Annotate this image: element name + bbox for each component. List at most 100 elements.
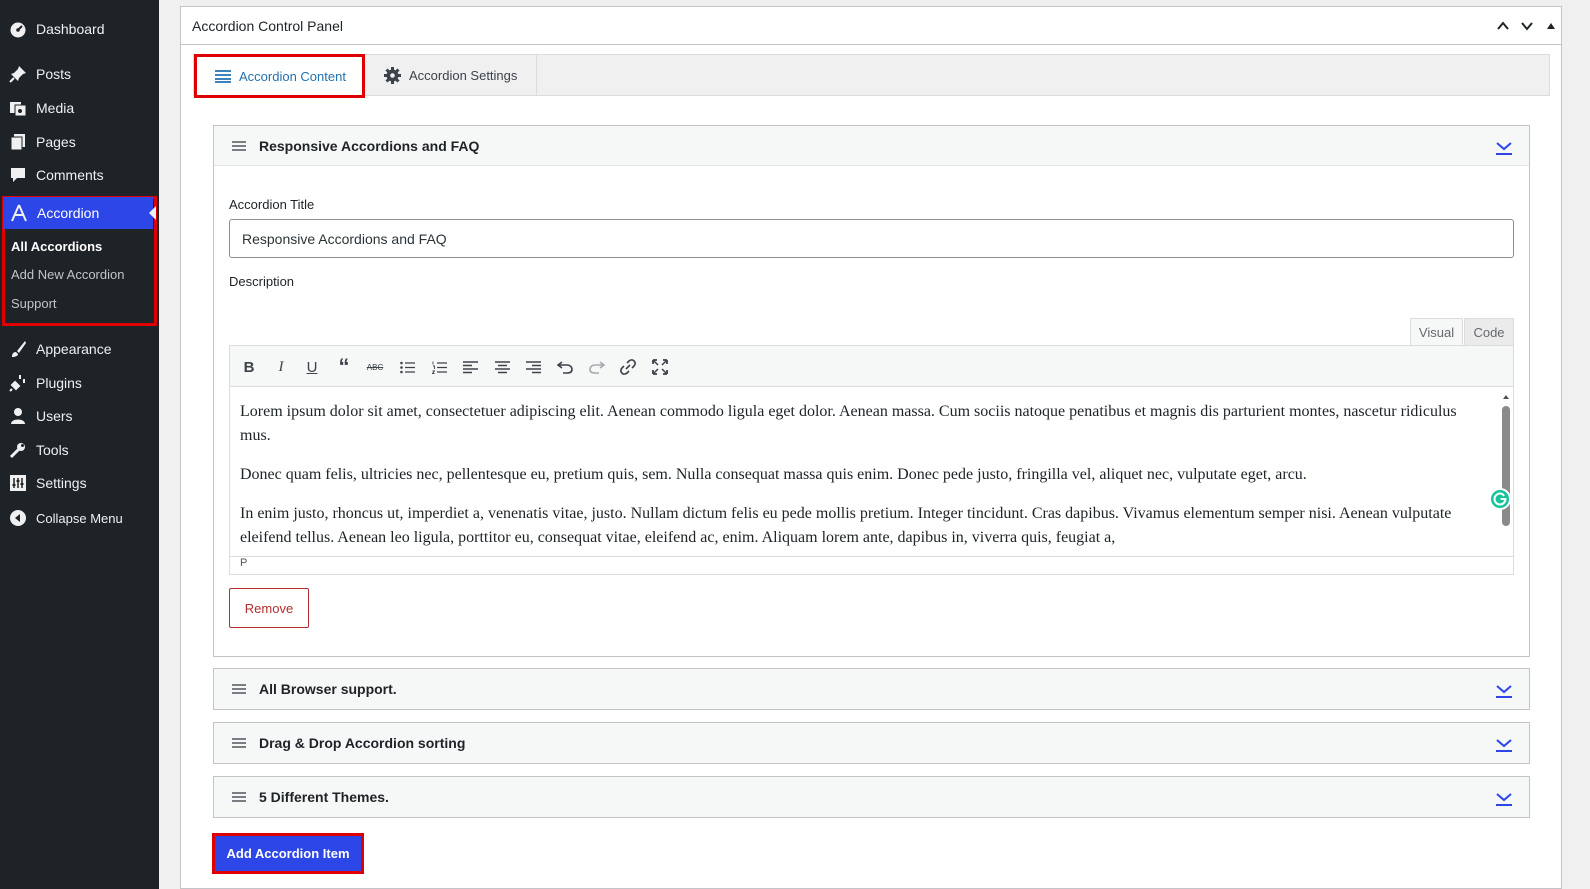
drag-handle-icon[interactable] — [232, 789, 246, 805]
menu-media-label: Media — [36, 100, 75, 116]
remove-button[interactable]: Remove — [229, 588, 309, 628]
tab-visual[interactable]: Visual — [1410, 318, 1463, 346]
paragraph-3: In enim justo, rhoncus ut, imperdiet a, … — [240, 505, 1452, 546]
tab-accordion-settings-label: Accordion Settings — [409, 67, 518, 83]
menu-comments[interactable]: Comments — [0, 158, 159, 192]
dashboard-icon — [8, 19, 28, 39]
description-label: Description — [229, 274, 295, 289]
link-icon[interactable] — [617, 356, 639, 378]
list-icon — [215, 69, 231, 83]
wrench-icon — [8, 440, 28, 460]
align-right-icon[interactable] — [522, 356, 544, 378]
redo-icon[interactable] — [586, 356, 608, 378]
menu-settings-label: Settings — [36, 475, 87, 491]
editor-toolbar: B I U “ ABC — [230, 346, 1513, 387]
users-icon — [8, 406, 28, 426]
underline-icon[interactable]: U — [301, 356, 323, 378]
menu-appearance[interactable]: Appearance — [0, 332, 159, 366]
paintbrush-icon — [8, 339, 28, 359]
accordion-item-header[interactable]: 5 Different Themes. — [214, 777, 1529, 817]
editor-content[interactable]: Lorem ipsum dolor sit amet, consectetuer… — [240, 400, 1490, 565]
grammarly-icon[interactable] — [1489, 488, 1511, 510]
menu-comments-label: Comments — [36, 167, 104, 183]
add-accordion-item-button[interactable]: Add Accordion Item — [212, 833, 364, 874]
accordion-item-header[interactable]: Drag & Drop Accordion sorting — [214, 723, 1529, 763]
expand-toggle-icon[interactable] — [1495, 681, 1513, 702]
menu-pages-label: Pages — [36, 134, 76, 150]
drag-handle-icon[interactable] — [232, 735, 246, 751]
menu-accordion[interactable]: Accordion — [3, 197, 156, 229]
menu-collapse[interactable]: Collapse Menu — [0, 501, 159, 535]
tab-accordion-settings[interactable]: Accordion Settings — [366, 55, 537, 95]
menu-posts-label: Posts — [36, 66, 72, 82]
menu-collapse-label: Collapse Menu — [36, 510, 123, 526]
comment-icon — [8, 165, 28, 185]
accordion-item-title: Responsive Accordions and FAQ — [259, 137, 480, 154]
italic-icon[interactable]: I — [270, 356, 292, 378]
accordion-item-collapsed: 5 Different Themes. — [213, 776, 1530, 818]
expand-toggle-icon[interactable] — [1495, 789, 1513, 810]
accordion-item-title: 5 Different Themes. — [259, 789, 389, 805]
editor-scrollbar[interactable] — [1501, 392, 1511, 552]
accordion-item-collapsed: All Browser support. — [213, 668, 1530, 710]
menu-dashboard[interactable]: Dashboard — [0, 12, 159, 46]
submenu-add-new-accordion[interactable]: Add New Accordion — [11, 267, 124, 282]
plugin-icon — [8, 373, 28, 393]
menu-plugins[interactable]: Plugins — [0, 366, 159, 400]
menu-tools-label: Tools — [36, 442, 69, 458]
accordion-title-input[interactable] — [229, 219, 1514, 258]
current-menu-arrow — [149, 206, 156, 220]
settings-icon — [8, 473, 28, 493]
expand-toggle-icon[interactable] — [1495, 735, 1513, 756]
media-icon — [8, 98, 28, 118]
editor-statusbar: P — [230, 556, 1513, 574]
menu-media[interactable]: Media — [0, 91, 159, 125]
bold-icon[interactable]: B — [238, 356, 260, 378]
pages-icon — [8, 132, 28, 152]
menu-users[interactable]: Users — [0, 399, 159, 433]
tab-accordion-content[interactable]: Accordion Content — [194, 54, 365, 98]
bullet-list-icon[interactable] — [396, 356, 418, 378]
caret-up-icon[interactable] — [1545, 19, 1557, 31]
numbered-list-icon[interactable] — [428, 356, 450, 378]
accordion-item-title: All Browser support. — [259, 681, 397, 697]
menu-plugins-label: Plugins — [36, 375, 82, 391]
menu-pages[interactable]: Pages — [0, 125, 159, 159]
align-left-icon[interactable] — [459, 356, 481, 378]
rich-text-editor[interactable]: B I U “ ABC Lorem ipsum dolor sit amet, … — [229, 345, 1514, 575]
tab-code[interactable]: Code — [1464, 318, 1514, 346]
collapse-icon — [8, 508, 28, 528]
align-center-icon[interactable] — [491, 356, 513, 378]
chevron-up-icon[interactable] — [1497, 19, 1509, 31]
fullscreen-icon[interactable] — [649, 356, 671, 378]
strikethrough-icon[interactable]: ABC — [364, 356, 386, 378]
menu-posts[interactable]: Posts — [0, 57, 159, 91]
drag-handle-icon[interactable] — [232, 138, 246, 154]
undo-icon[interactable] — [554, 356, 576, 378]
paragraph-2: Donec quam felis, ultricies nec, pellent… — [240, 466, 1307, 483]
accordion-title-label: Accordion Title — [229, 197, 315, 212]
accordion-item-header[interactable]: All Browser support. — [214, 669, 1529, 709]
menu-settings[interactable]: Settings — [0, 466, 159, 500]
menu-accordion-label: Accordion — [37, 205, 100, 221]
submenu-all-accordions[interactable]: All Accordions — [11, 239, 102, 254]
admin-sidebar: Dashboard Posts Media Pages Comments Acc… — [0, 0, 159, 889]
menu-dashboard-label: Dashboard — [36, 21, 105, 37]
drag-handle-icon[interactable] — [232, 681, 246, 697]
accordion-item-header[interactable]: Responsive Accordions and FAQ — [214, 126, 1529, 166]
menu-appearance-label: Appearance — [36, 341, 112, 357]
chevron-down-icon[interactable] — [1521, 19, 1533, 31]
accordion-control-panel: Accordion Control Panel Accordion Conten… — [180, 6, 1562, 889]
menu-users-label: Users — [36, 408, 73, 424]
expand-toggle-icon[interactable] — [1495, 138, 1513, 159]
accordion-item-expanded: Responsive Accordions and FAQ Accordion … — [213, 125, 1530, 657]
menu-tools[interactable]: Tools — [0, 433, 159, 467]
accordion-item-collapsed: Drag & Drop Accordion sorting — [213, 722, 1530, 764]
tab-accordion-content-label: Accordion Content — [239, 68, 346, 84]
panel-title: Accordion Control Panel — [192, 17, 343, 34]
accordion-icon — [9, 203, 29, 223]
panel-header: Accordion Control Panel — [181, 7, 1561, 45]
blockquote-icon[interactable]: “ — [333, 354, 355, 379]
accordion-item-title: Drag & Drop Accordion sorting — [259, 735, 466, 751]
submenu-support[interactable]: Support — [11, 296, 57, 311]
